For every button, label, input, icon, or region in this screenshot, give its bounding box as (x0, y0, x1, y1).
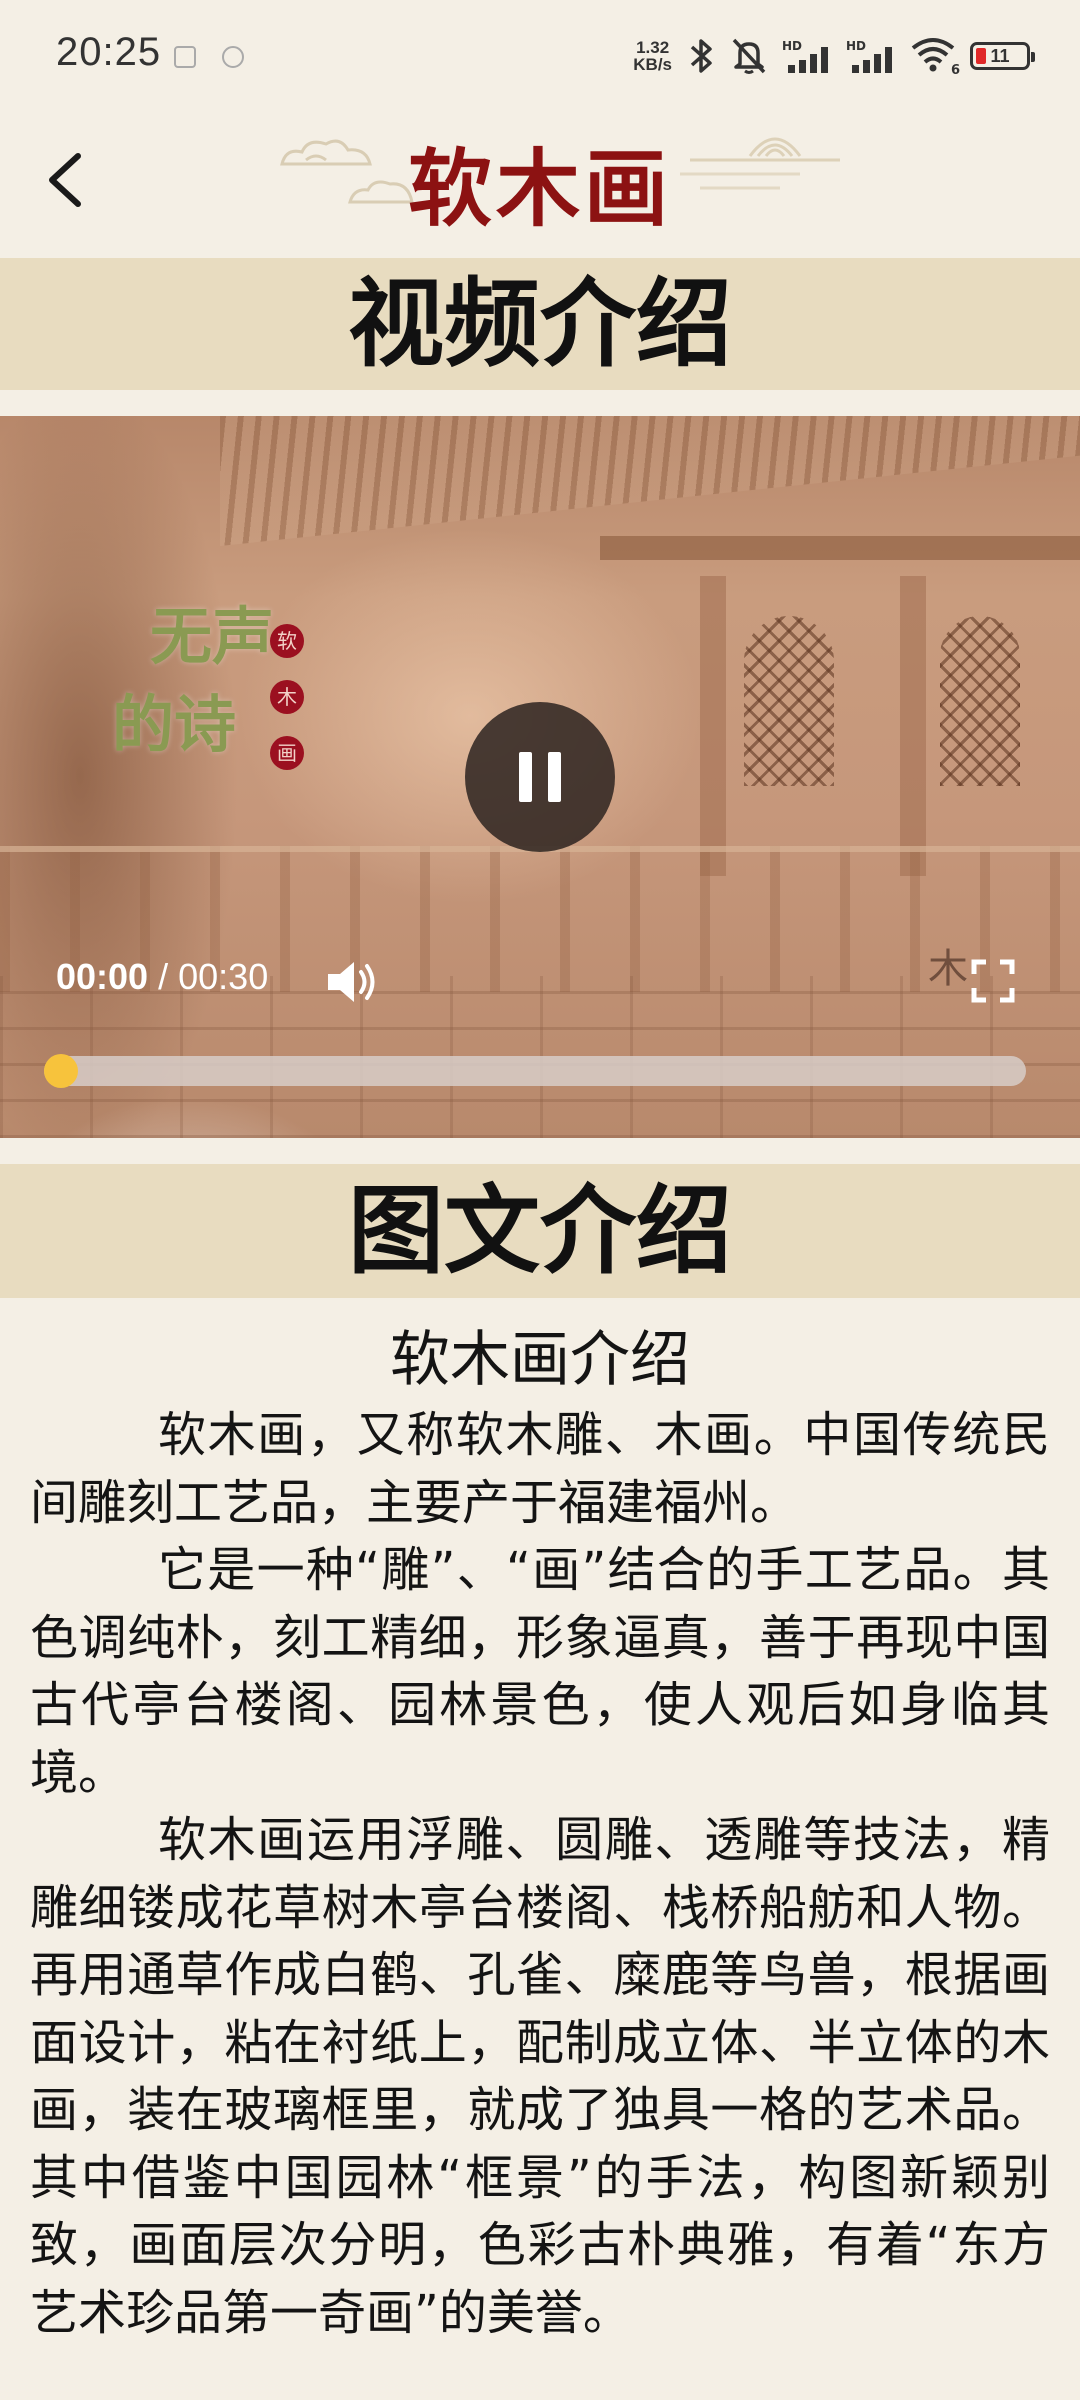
fullscreen-button[interactable] (968, 956, 1018, 1006)
wifi-icon: 6 (910, 36, 960, 78)
video-time-separator: / (158, 956, 169, 997)
pause-icon (548, 752, 561, 802)
wifi-label: 6 (950, 63, 960, 78)
page-title: 软木画 (407, 139, 672, 238)
status-icons: 1.32 KB/s HD HD 6 11 (633, 34, 1035, 78)
video-time: 00:00 / 00:30 (56, 956, 268, 998)
battery-icon: 11 (970, 42, 1035, 70)
pause-button[interactable] (465, 702, 615, 852)
video-watermark: 木 (928, 946, 968, 992)
video-frame-window (744, 616, 834, 786)
video-frame-pillar (900, 576, 926, 876)
mute-bell-icon (732, 38, 766, 74)
video-frame-roof (220, 416, 1080, 546)
network-speed-value: 1.32 (636, 38, 670, 57)
volume-icon (328, 962, 375, 1002)
notification-icon (174, 46, 196, 68)
notification-icon (222, 46, 244, 68)
video-seal-char: 木 (270, 680, 304, 714)
network-speed: 1.32 KB/s (633, 39, 672, 73)
network-speed-unit: KB/s (633, 55, 672, 74)
pause-icon (519, 752, 532, 802)
app-header: 软木画 (0, 116, 1080, 258)
video-frame-pillar (700, 576, 726, 876)
video-progress-bar[interactable] (44, 1056, 1026, 1086)
bluetooth-icon (690, 39, 712, 73)
article-paragraph: 软木画运用浮雕、圆雕、透雕等技法，精雕细镂成花草树木亭台楼阁、栈桥船舫和人物。再… (30, 1812, 1050, 2341)
fullscreen-icon (971, 959, 1015, 1003)
battery-level: 11 (990, 46, 1010, 66)
status-bar: 20:25 1.32 KB/s HD HD 6 11 (0, 0, 1080, 116)
volume-button[interactable] (322, 954, 382, 1010)
article-paragraph: 软木画，又称软木雕、木画。中国传统民间雕刻工艺品，主要产于福建福州。 (30, 1407, 1050, 1531)
article-title: 软木画介绍 (390, 1325, 690, 1395)
cell-signal-2-icon: HD (846, 39, 896, 73)
video-current-time: 00:00 (56, 956, 149, 997)
article-paragraph: 它是一种“雕”、“画”结合的手工艺品。其色调纯朴，刻工精细，形象逼真，善于再现中… (30, 1542, 1050, 1801)
video-frame-window (940, 616, 1020, 786)
section-title-text: 图文介绍 (0, 1164, 1080, 1298)
video-poem-line-1: 无声 (150, 600, 275, 673)
article: 软木画介绍 软木画，又称软木雕、木画。中国传统民间雕刻工艺品，主要产于福建福州。… (30, 1324, 1050, 2347)
video-seal-char: 软 (270, 624, 304, 658)
cell-signal-1-icon: HD (782, 39, 832, 73)
status-time: 20:25 (56, 30, 162, 74)
video-player[interactable]: 无声 的诗 软 木 画 木 00:00 / 00:30 (0, 416, 1080, 1138)
video-poem-line-2: 的诗 (112, 688, 237, 761)
section-title-video: 视频介绍 (0, 258, 1080, 390)
video-progress-knob[interactable] (44, 1054, 78, 1088)
video-seal-char: 画 (270, 736, 304, 770)
video-frame-eave (600, 536, 1080, 560)
video-duration: 00:30 (178, 956, 269, 997)
